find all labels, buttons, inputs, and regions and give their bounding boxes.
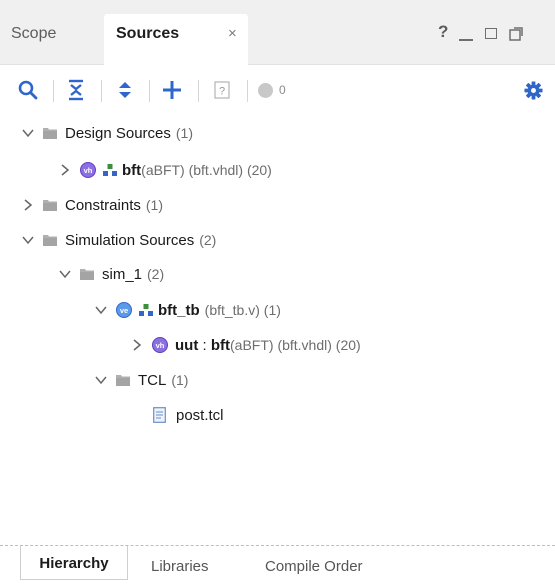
toolbar-divider bbox=[198, 80, 199, 102]
chevron-down-icon[interactable] bbox=[58, 267, 72, 281]
hierarchy-icon bbox=[139, 304, 153, 316]
tree-label: TCL bbox=[138, 371, 167, 389]
svg-text:ve: ve bbox=[120, 306, 128, 315]
help-icon[interactable]: ? bbox=[438, 23, 448, 40]
tree-item-constraints[interactable]: Constraints (1) bbox=[21, 190, 163, 220]
tree-label: Design Sources bbox=[65, 124, 171, 142]
vhdl-file-icon: vh bbox=[152, 337, 170, 353]
tree-label: Simulation Sources bbox=[65, 231, 195, 249]
tree-item-uut[interactable]: vh uut : bft (aBFT) (bft.vhdl) (20) bbox=[130, 330, 361, 360]
tree-label: sim_1 bbox=[102, 265, 143, 283]
settings-button[interactable] bbox=[522, 76, 544, 104]
vhdl-file-icon: vh bbox=[80, 162, 98, 178]
tree-label: bft bbox=[122, 161, 142, 179]
add-icon bbox=[163, 81, 181, 99]
tab-scope-label: Scope bbox=[11, 25, 57, 42]
chevron-right-icon[interactable] bbox=[130, 338, 144, 352]
tree-count: (2) bbox=[199, 232, 217, 248]
tree-count: (1) bbox=[145, 197, 163, 213]
tab-libraries[interactable]: Libraries bbox=[151, 554, 209, 584]
add-sources-button[interactable] bbox=[159, 76, 185, 104]
chevron-down-icon[interactable] bbox=[21, 126, 35, 140]
folder-icon bbox=[43, 200, 57, 211]
tree-detail: (aBFT) (bft.vhdl) (20) bbox=[141, 162, 272, 178]
tree-item-bft-tb[interactable]: ve bft_tb (bft_tb.v) (1) bbox=[94, 295, 281, 325]
tree-item-sim-1[interactable]: sim_1 (2) bbox=[58, 259, 164, 289]
status-dot-icon bbox=[258, 82, 273, 98]
tree-label: uut bbox=[175, 336, 199, 354]
view-mode-tabs: Hierarchy Libraries Compile Order bbox=[0, 545, 555, 583]
chevron-down-icon[interactable] bbox=[94, 303, 108, 317]
verilog-file-icon: ve bbox=[116, 302, 134, 318]
tree-item-design-sources[interactable]: Design Sources (1) bbox=[21, 118, 193, 148]
tree-item-simulation-sources[interactable]: Simulation Sources (2) bbox=[21, 225, 216, 255]
minimize-icon[interactable] bbox=[459, 39, 473, 41]
expand-all-button[interactable] bbox=[113, 76, 137, 104]
tree-separator: : bbox=[198, 336, 211, 354]
svg-text:vh: vh bbox=[156, 341, 165, 350]
close-icon[interactable]: × bbox=[228, 14, 237, 53]
tree-entity: bft bbox=[210, 336, 230, 354]
tab-compile-order[interactable]: Compile Order bbox=[265, 554, 363, 584]
sources-tree: Design Sources (1) vh bft (aBFT) (bft.vh… bbox=[0, 115, 555, 545]
tree-count: (1) bbox=[171, 372, 189, 388]
tab-sources[interactable]: Sources × bbox=[104, 14, 248, 65]
chevron-right-icon[interactable] bbox=[21, 198, 35, 212]
toolbar-divider bbox=[101, 80, 102, 102]
search-button[interactable] bbox=[16, 76, 40, 104]
maximize-icon[interactable] bbox=[485, 28, 497, 39]
tree-label: post.tcl bbox=[176, 406, 224, 424]
tree-item-tcl[interactable]: TCL (1) bbox=[94, 365, 188, 395]
tree-count: (1) bbox=[175, 125, 194, 141]
tab-hierarchy[interactable]: Hierarchy bbox=[20, 546, 128, 580]
tree-count: (2) bbox=[147, 266, 165, 282]
toolbar-divider bbox=[149, 80, 150, 102]
tcl-file-icon bbox=[153, 407, 166, 423]
search-icon bbox=[18, 80, 38, 100]
collapse-all-icon bbox=[69, 79, 83, 101]
properties-icon: ? bbox=[214, 81, 230, 99]
chevron-down-icon[interactable] bbox=[21, 233, 35, 247]
status-indicator[interactable]: 0 bbox=[258, 76, 318, 104]
svg-text:vh: vh bbox=[84, 166, 93, 175]
hierarchy-icon bbox=[103, 164, 117, 176]
properties-button[interactable]: ? bbox=[209, 76, 235, 104]
tree-label: Constraints bbox=[65, 196, 141, 214]
sources-toolbar: ? 0 bbox=[0, 65, 555, 115]
folder-icon bbox=[116, 375, 130, 386]
expand-all-icon bbox=[119, 82, 131, 98]
tree-detail: (bft_tb.v) (1) bbox=[204, 302, 281, 318]
tree-label: bft_tb bbox=[158, 301, 200, 319]
tree-item-bft[interactable]: vh bft (aBFT) (bft.vhdl) (20) bbox=[58, 155, 272, 185]
chevron-down-icon[interactable] bbox=[94, 373, 108, 387]
tree-item-post-tcl[interactable]: post.tcl bbox=[153, 400, 224, 430]
tree-detail: (aBFT) (bft.vhdl) (20) bbox=[230, 337, 361, 353]
panel-tab-bar: Scope Sources × ? bbox=[0, 0, 555, 65]
toolbar-divider bbox=[53, 80, 54, 102]
collapse-all-button[interactable] bbox=[64, 76, 88, 104]
tab-scope[interactable]: Scope bbox=[0, 15, 103, 52]
folder-icon bbox=[43, 235, 57, 246]
svg-text:?: ? bbox=[219, 86, 225, 98]
folder-icon bbox=[80, 269, 94, 280]
float-window-icon[interactable] bbox=[509, 27, 523, 43]
folder-icon bbox=[43, 128, 57, 139]
gear-icon bbox=[523, 80, 543, 100]
tab-sources-label: Sources bbox=[116, 25, 180, 42]
chevron-right-icon[interactable] bbox=[58, 163, 72, 177]
status-count: 0 bbox=[279, 83, 286, 97]
toolbar-divider bbox=[247, 80, 248, 102]
